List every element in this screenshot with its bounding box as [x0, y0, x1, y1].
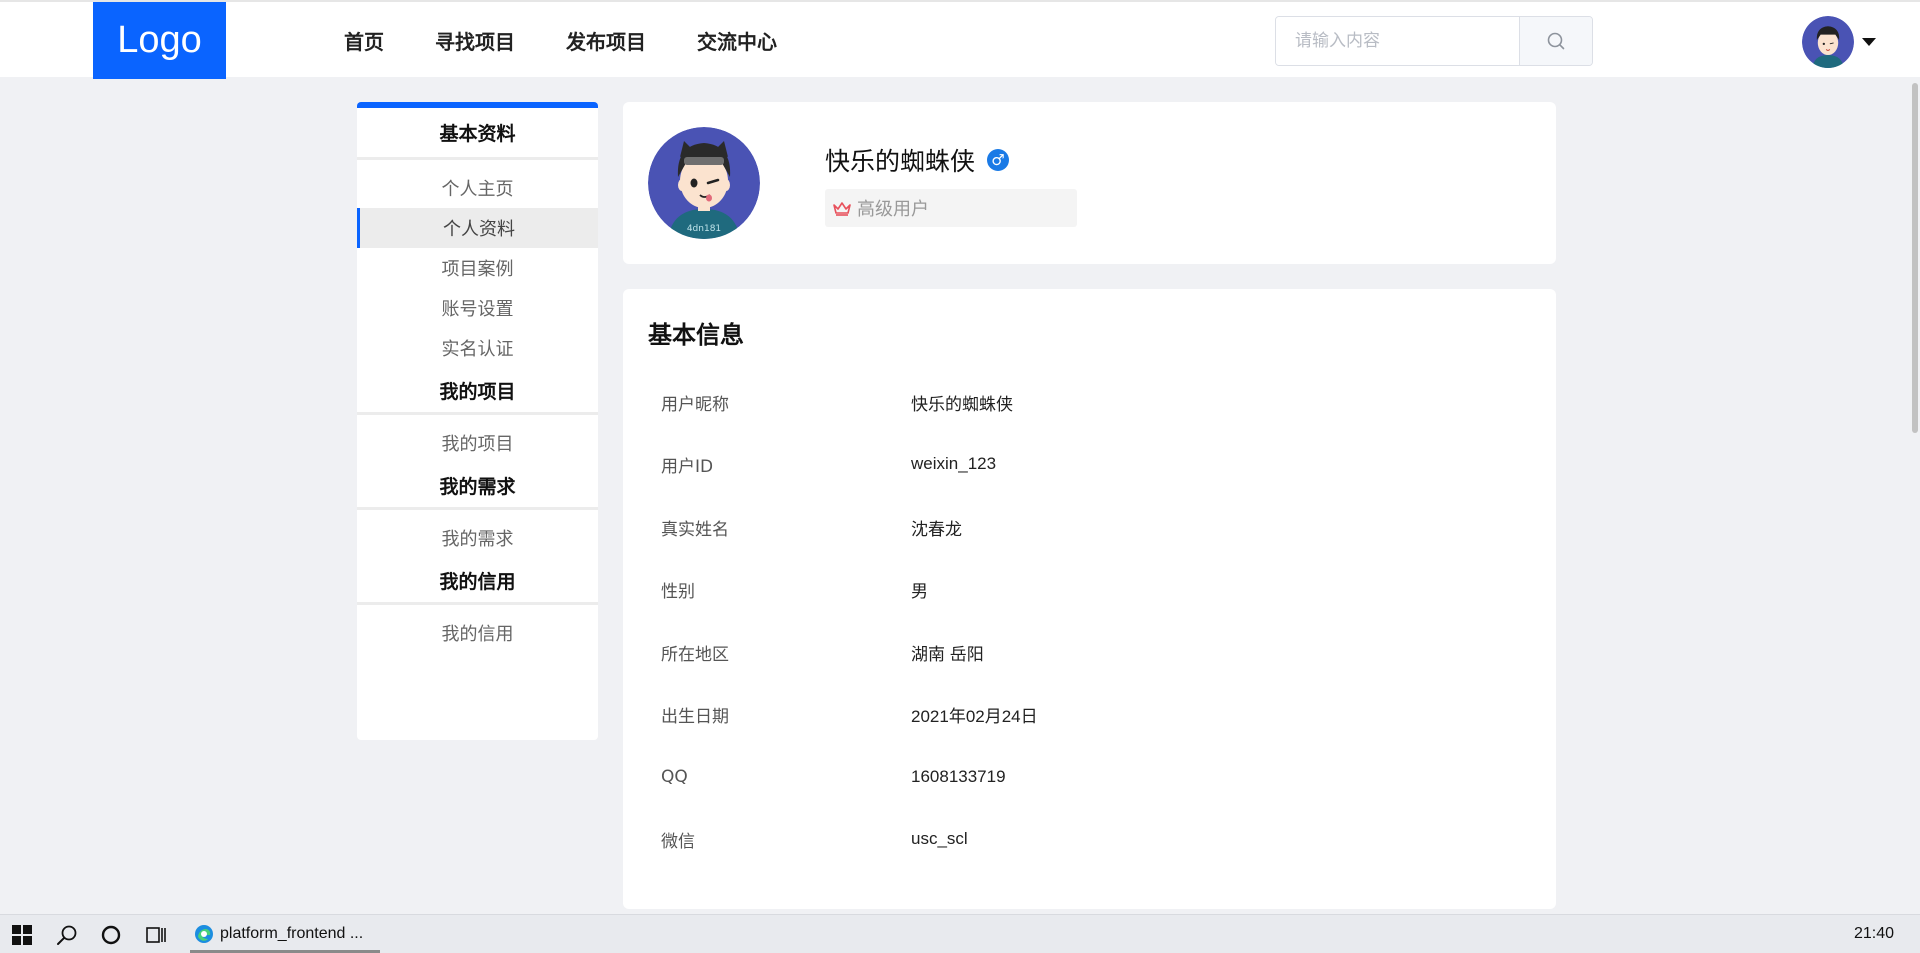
info-label: QQ — [661, 767, 688, 787]
task-view-icon[interactable] — [145, 924, 167, 946]
info-label: 出生日期 — [661, 706, 729, 727]
sidebar-group-credit: 我的信用 — [357, 605, 598, 653]
search-box — [1275, 16, 1593, 66]
search-button[interactable] — [1519, 17, 1592, 65]
profile-card: 4dn181 快乐的蜘蛛侠 ♂ 高级用户 — [623, 102, 1556, 264]
info-value: 男 — [911, 581, 928, 601]
info-value: 湖南 岳阳 — [911, 644, 984, 664]
profile-name-row: 快乐的蜘蛛侠 ♂ — [825, 142, 1010, 178]
male-gender-icon: ♂ — [987, 149, 1010, 171]
search-icon — [1547, 32, 1565, 50]
sidebar-item-my-projects[interactable]: 我的项目 — [357, 423, 598, 463]
sidebar-item-cases[interactable]: 项目案例 — [357, 248, 598, 288]
basic-info-title: 基本信息 — [648, 321, 744, 349]
taskbar-clock: 21:40 — [1853, 925, 1894, 942]
user-level-text: 高级用户 — [857, 199, 929, 220]
top-header: Logo 首页 寻找项目 发布项目 交流中心 — [0, 0, 1920, 79]
scrollbar-thumb[interactable] — [1912, 83, 1918, 433]
cortana-icon[interactable] — [100, 924, 122, 946]
info-label: 微信 — [661, 831, 695, 852]
sidebar-group-demands: 我的需求 — [357, 510, 598, 558]
info-row-user-id: 用户ID weixin_123 — [661, 449, 996, 479]
profile-sidebar: 基本资料 个人主页 个人资料 项目案例 账号设置 实名认证 我的项目 我的项目 … — [357, 102, 598, 740]
info-row-qq: QQ 1608133719 — [661, 762, 1006, 792]
search-icon[interactable] — [56, 924, 78, 946]
search-input[interactable] — [1276, 17, 1520, 65]
sidebar-item-profile[interactable]: 个人资料 — [357, 208, 598, 248]
nav-find-projects[interactable]: 寻找项目 — [435, 26, 515, 55]
info-label: 真实姓名 — [661, 519, 729, 540]
sidebar-group-projects: 我的项目 — [357, 415, 598, 463]
os-taskbar: platform_frontend ... 21:40 — [0, 914, 1920, 953]
info-row-birthdate: 出生日期 2021年02月24日 — [661, 699, 1038, 729]
profile-nickname: 快乐的蜘蛛侠 — [825, 147, 976, 176]
nav-publish-project[interactable]: 发布项目 — [566, 26, 646, 55]
info-label: 用户昵称 — [661, 394, 729, 415]
header-avatar[interactable] — [1802, 16, 1854, 68]
page-scrollbar[interactable] — [1910, 77, 1920, 914]
taskbar-app-label: platform_frontend ... — [220, 924, 364, 942]
main-nav: 首页 寻找项目 发布项目 交流中心 — [344, 2, 828, 79]
avatar-image: 4dn181 — [648, 127, 760, 239]
sidebar-item-verification[interactable]: 实名认证 — [357, 328, 598, 368]
info-row-nickname: 用户昵称 快乐的蜘蛛侠 — [661, 387, 1013, 417]
info-value: 2021年02月24日 — [911, 706, 1038, 726]
sidebar-section-projects: 我的项目 — [357, 368, 598, 415]
basic-info-card: 基本信息 用户昵称 快乐的蜘蛛侠 用户ID weixin_123 真实姓名 沈春… — [623, 289, 1556, 909]
sidebar-item-homepage[interactable]: 个人主页 — [357, 168, 598, 208]
info-label: 所在地区 — [661, 644, 729, 665]
profile-avatar[interactable]: 4dn181 — [648, 127, 760, 239]
info-label: 性别 — [661, 581, 695, 602]
sidebar-section-basic: 基本资料 — [357, 108, 598, 160]
info-value: 沈春龙 — [911, 519, 962, 539]
sidebar-section-credit: 我的信用 — [357, 558, 598, 605]
sidebar-section-demands: 我的需求 — [357, 463, 598, 510]
info-row-gender: 性别 男 — [661, 574, 928, 604]
info-row-wechat: 微信 usc_scl — [661, 824, 968, 854]
info-value: 1608133719 — [911, 767, 1006, 786]
taskbar-app-browser[interactable]: platform_frontend ... — [190, 917, 380, 953]
nav-home[interactable]: 首页 — [344, 26, 384, 55]
info-value: usc_scl — [911, 829, 968, 848]
info-row-real-name: 真实姓名 沈春龙 — [661, 512, 962, 542]
nav-community[interactable]: 交流中心 — [697, 26, 777, 55]
info-value: weixin_123 — [911, 454, 997, 473]
sidebar-item-my-credit[interactable]: 我的信用 — [357, 613, 598, 653]
edge-browser-icon — [195, 924, 213, 943]
svg-text:4dn181: 4dn181 — [687, 224, 721, 234]
info-row-region: 所在地区 湖南 岳阳 — [661, 637, 984, 667]
windows-start-icon[interactable] — [11, 924, 33, 946]
crown-icon — [833, 201, 851, 216]
site-logo[interactable]: Logo — [93, 2, 226, 79]
sidebar-item-my-demands[interactable]: 我的需求 — [357, 518, 598, 558]
info-label: 用户ID — [661, 456, 714, 477]
info-value: 快乐的蜘蛛侠 — [911, 394, 1013, 414]
avatar-image — [1802, 16, 1854, 68]
sidebar-item-account-settings[interactable]: 账号设置 — [357, 288, 598, 328]
chevron-down-icon[interactable] — [1862, 37, 1876, 47]
user-level-badge: 高级用户 — [825, 189, 1077, 227]
sidebar-group-basic: 个人主页 个人资料 项目案例 账号设置 实名认证 — [357, 160, 598, 368]
